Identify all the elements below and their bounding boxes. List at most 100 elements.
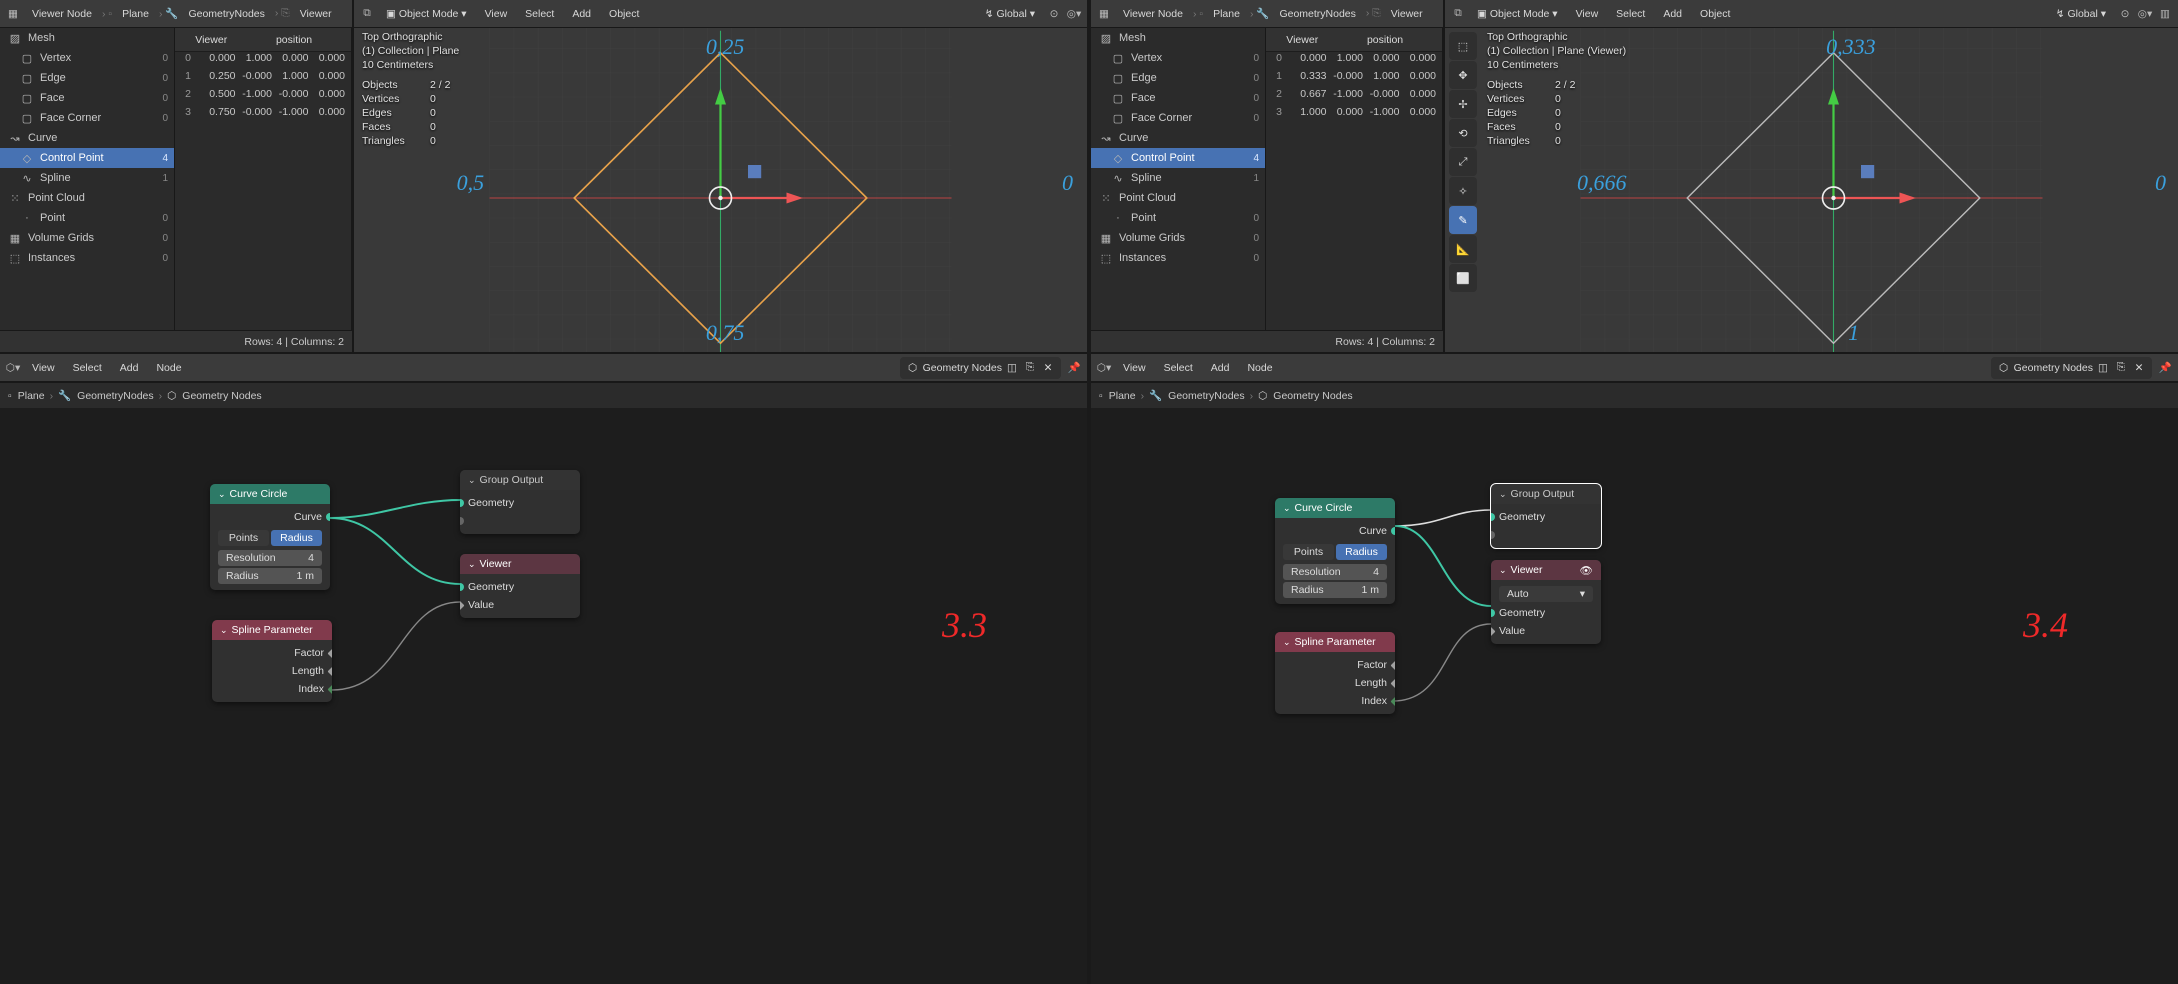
tree-controlpoint[interactable]: ◇Control Point4 — [0, 148, 174, 168]
table-row[interactable]: 30.750-0.000-1.0000.000 — [175, 106, 351, 124]
tree-curve[interactable]: ↝Curve — [1091, 128, 1265, 148]
fake-user-icon[interactable]: ⎘ — [2113, 361, 2129, 374]
ne-select[interactable]: Select — [67, 360, 108, 376]
ne-view[interactable]: View — [1117, 360, 1152, 376]
tree-vertex[interactable]: ▢Vertex0 — [1091, 48, 1265, 68]
tool-rotate[interactable]: ⟲ — [1449, 119, 1477, 147]
chevron-down-icon[interactable]: ⌄ — [1283, 503, 1291, 514]
node-editor[interactable]: ⬡▾ View Select Add Node ⬡ Geometry Nodes… — [1091, 352, 2178, 984]
tree-mesh[interactable]: ▨Mesh — [1091, 28, 1265, 48]
tree-pointcloud[interactable]: ⁙Point Cloud — [1091, 188, 1265, 208]
tool-annotate[interactable]: ✎ — [1449, 206, 1477, 234]
node-curve-circle[interactable]: ⌄Curve Circle Curve Points Radius Resolu… — [1275, 498, 1395, 604]
chevron-down-icon[interactable]: ⌄ — [468, 559, 476, 570]
socket-empty[interactable] — [1499, 526, 1593, 544]
socket-index[interactable]: Index — [1283, 692, 1387, 710]
col-position[interactable]: position — [237, 28, 351, 51]
socket-geometry[interactable]: Geometry — [468, 578, 572, 596]
chevron-down-icon[interactable]: ⌄ — [1283, 637, 1291, 648]
table-row[interactable]: 10.250-0.0001.0000.000 — [175, 70, 351, 88]
table-row[interactable]: 20.667-1.000-0.0000.000 — [1266, 88, 1442, 106]
tool-scale[interactable]: ⤢ — [1449, 148, 1477, 176]
tree-point[interactable]: ·Point0 — [0, 208, 174, 228]
socket-curve-out[interactable]: Curve — [1283, 522, 1387, 540]
socket-geometry[interactable]: Geometry — [468, 494, 572, 512]
editor-type-icon[interactable]: ⧉ — [360, 7, 374, 21]
tree-facecorner[interactable]: ▢Face Corner0 — [0, 108, 174, 128]
resolution-input[interactable]: Resolution4 — [1283, 564, 1387, 580]
menu-add[interactable]: Add — [566, 6, 597, 22]
node-spline-parameter[interactable]: ⌄Spline Parameter Factor Length Index — [1275, 632, 1395, 714]
crumb-mod[interactable]: GeometryNodes — [77, 390, 153, 402]
tree-edge[interactable]: ▢Edge0 — [1091, 68, 1265, 88]
menu-object[interactable]: Object — [603, 6, 645, 22]
tool-addcube[interactable]: ⬜ — [1449, 264, 1477, 292]
users-icon[interactable]: ◫ — [2095, 362, 2111, 374]
orientation-dropdown[interactable]: ↯ Global ▾ — [2050, 6, 2112, 22]
ne-select[interactable]: Select — [1158, 360, 1199, 376]
snap-icon[interactable]: ⊙ — [2118, 7, 2132, 21]
socket-value[interactable]: Value — [1499, 622, 1593, 640]
viewer-node-dropdown[interactable]: Viewer Node — [26, 6, 98, 22]
menu-select[interactable]: Select — [1610, 6, 1651, 22]
mode-radius[interactable]: Radius — [271, 530, 322, 546]
radius-input[interactable]: Radius1 m — [1283, 582, 1387, 598]
tree-volume[interactable]: ▦Volume Grids0 — [0, 228, 174, 248]
table-row[interactable]: 20.500-1.000-0.0000.000 — [175, 88, 351, 106]
menu-view[interactable]: View — [1570, 6, 1605, 22]
tree-facecorner[interactable]: ▢Face Corner0 — [1091, 108, 1265, 128]
tool-transform[interactable]: ✧ — [1449, 177, 1477, 205]
orientation-dropdown[interactable]: ↯ Global ▾ — [979, 6, 1041, 22]
proportional-icon[interactable]: ◎▾ — [1067, 7, 1081, 21]
ne-node[interactable]: Node — [150, 360, 187, 376]
crumb-obj[interactable]: Plane — [18, 390, 45, 402]
socket-length[interactable]: Length — [1283, 674, 1387, 692]
chevron-down-icon[interactable]: ⌄ — [220, 625, 228, 636]
node-curve-circle[interactable]: ⌄Curve Circle Curve Points Radius Resolu… — [210, 484, 330, 590]
node-crumb[interactable]: Viewer — [1385, 6, 1429, 22]
domain-auto[interactable]: Auto▾ — [1499, 586, 1593, 602]
socket-factor[interactable]: Factor — [220, 644, 324, 662]
viewer-node-dropdown[interactable]: Viewer Node — [1117, 6, 1189, 22]
socket-value[interactable]: Value — [468, 596, 572, 614]
chevron-down-icon[interactable]: ⌄ — [1499, 565, 1507, 576]
proportional-icon[interactable]: ◎▾ — [2138, 7, 2152, 21]
viewport-3d[interactable]: ⧉ ▣ Object Mode ▾ View Select Add Object… — [354, 0, 1087, 352]
tree-volume[interactable]: ▦Volume Grids0 — [1091, 228, 1265, 248]
table-row[interactable]: 00.0001.0000.0000.000 — [175, 52, 351, 70]
nodetree-chip[interactable]: ⬡ Geometry Nodes ◫ ⎘ ✕ — [1991, 357, 2152, 379]
pin-icon[interactable]: 📌 — [2158, 361, 2172, 375]
tree-pointcloud[interactable]: ⁙Point Cloud — [0, 188, 174, 208]
node-spline-parameter[interactable]: ⌄Spline Parameter Factor Length Index — [212, 620, 332, 702]
ne-node[interactable]: Node — [1241, 360, 1278, 376]
geonodes-icon[interactable]: ⬡▾ — [1097, 361, 1111, 375]
object-crumb[interactable]: Plane — [1207, 6, 1246, 22]
menu-add[interactable]: Add — [1657, 6, 1688, 22]
editor-type-icon[interactable]: ⧉ — [1451, 7, 1465, 21]
unlink-icon[interactable]: ✕ — [2131, 362, 2147, 374]
table-row[interactable]: 00.0001.0000.0000.000 — [1266, 52, 1442, 70]
menu-select[interactable]: Select — [519, 6, 560, 22]
tree-spline[interactable]: ∿Spline1 — [1091, 168, 1265, 188]
menu-object[interactable]: Object — [1694, 6, 1736, 22]
col-viewer[interactable]: Viewer — [1276, 28, 1328, 51]
snap-icon[interactable]: ⊙ — [1047, 7, 1061, 21]
menu-view[interactable]: View — [479, 6, 514, 22]
node-crumb[interactable]: Viewer — [294, 6, 338, 22]
chevron-down-icon[interactable]: ⌄ — [218, 489, 226, 500]
mode-dropdown[interactable]: ▣ Object Mode ▾ — [1471, 6, 1564, 22]
modifier-crumb[interactable]: GeometryNodes — [1273, 6, 1361, 22]
mode-points[interactable]: Points — [218, 530, 269, 546]
unlink-icon[interactable]: ✕ — [1040, 362, 1056, 374]
tree-controlpoint[interactable]: ◇Control Point4 — [1091, 148, 1265, 168]
crumb-tree[interactable]: Geometry Nodes — [1273, 390, 1352, 402]
socket-geometry[interactable]: Geometry — [1499, 604, 1593, 622]
socket-geometry[interactable]: Geometry — [1499, 508, 1593, 526]
table-row[interactable]: 10.333-0.0001.0000.000 — [1266, 70, 1442, 88]
tree-curve[interactable]: ↝Curve — [0, 128, 174, 148]
node-viewer[interactable]: ⌄Viewer👁 Auto▾ Geometry Value — [1491, 560, 1601, 644]
col-viewer[interactable]: Viewer — [185, 28, 237, 51]
col-position[interactable]: position — [1328, 28, 1442, 51]
tree-point[interactable]: ·Point0 — [1091, 208, 1265, 228]
tree-face[interactable]: ▢Face0 — [0, 88, 174, 108]
